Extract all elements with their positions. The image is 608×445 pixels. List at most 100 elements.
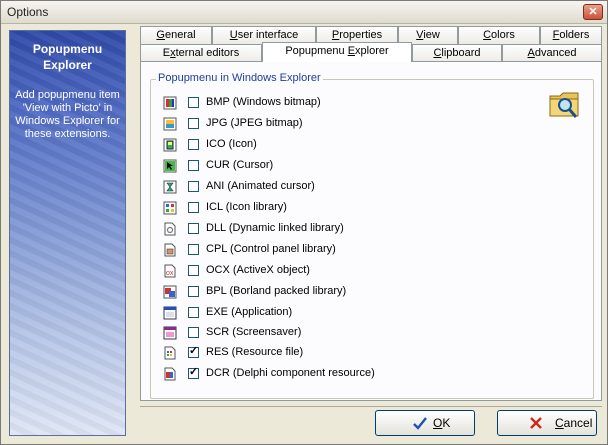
ani-file-icon [163,180,177,194]
ani-checkbox[interactable] [188,181,199,192]
sidebar-banner: Popupmenu Explorer Add popupmenu item 'V… [9,30,126,436]
scr-file-icon [163,326,177,340]
bpl-file-icon [163,285,177,299]
extension-row-jpg: JPG (JPEG bitmap) [163,116,463,134]
cpl-checkbox[interactable] [188,244,199,255]
tab-label: olors [491,29,515,41]
tab-label: eneral [164,29,196,41]
icl-file-icon [163,201,177,215]
ok-label: OK [433,416,450,430]
bpl-checkbox[interactable] [188,286,199,297]
tab-label: roperties [339,29,383,41]
extension-label: SCR (Screensaver) [206,326,302,338]
extension-row-icl: ICL (Icon library) [163,200,463,218]
jpg-file-icon [163,117,177,131]
checkmark-icon [413,417,427,430]
extension-row-dcr: ✓ DCR (Delphi component resource) [163,366,463,384]
tab-label: lipboard [441,47,481,59]
extension-label: CPL (Control panel library) [206,243,336,255]
extension-label: JPG (JPEG bitmap) [206,117,303,129]
check-icon: ✓ [189,345,199,357]
sidebar-title: Popupmenu Explorer [32,42,103,72]
folder-search-icon [549,92,579,118]
tab-label: Popupmenu [285,45,348,57]
extension-label: ANI (Animated cursor) [206,180,315,192]
close-icon: ✕ [588,6,598,18]
dcr-file-icon [164,367,176,381]
ok-button[interactable]: OK [375,410,475,436]
cancel-button[interactable]: Cancel [497,410,597,436]
tab-mnemonic: U [229,29,238,41]
sidebar-description: Add popupmenu item 'View with Picto' in … [15,89,120,140]
extension-row-scr: SCR (Screensaver) [163,325,463,343]
tab-general[interactable]: General [140,26,212,44]
tab-mnemonic: A [527,47,535,59]
extension-row-ico: ICO (Icon) [163,137,463,155]
res-checkbox[interactable]: ✓ [188,345,199,358]
tab-mnemonic: C [483,29,492,41]
bmp-file-icon [163,96,177,110]
extension-row-ani: ANI (Animated cursor) [163,179,463,197]
extension-label: BMP (Windows bitmap) [206,96,321,108]
tab-row-bottom: External editors Popupmenu Explorer Clip… [140,42,602,62]
extension-label: BPL (Borland packed library) [206,285,347,297]
exe-file-icon [163,306,177,320]
cur-file-icon [163,159,177,173]
extension-label: ICO (Icon) [206,138,257,150]
tab-label: ternal editors [175,47,240,59]
res-file-icon [164,346,176,360]
tab-advanced[interactable]: Advanced [502,44,602,62]
check-icon: ✓ [189,366,199,378]
extension-row-cur: CUR (Cursor) [163,158,463,176]
extension-label: EXE (Application) [206,306,293,318]
extension-row-bmp: BMP (Windows bitmap) [163,95,463,113]
groupbox-label: Popupmenu in Windows Explorer [156,72,323,84]
ok-text: K [442,416,451,430]
tab-mnemonic: G [156,29,165,41]
extension-label: RES (Resource file) [206,346,304,358]
scr-checkbox[interactable] [188,327,199,338]
close-button[interactable]: ✕ [583,4,603,20]
tab-label: ser interface [237,29,299,41]
extension-label: OCX (ActiveX object) [206,264,310,276]
title-bar[interactable]: Options ✕ [1,1,607,24]
exe-checkbox[interactable] [188,307,199,318]
dll-file-icon [164,222,176,236]
cancel-label: Cancel [555,416,592,430]
tab-label: iew [423,29,440,41]
tab-mnemonic: E [347,45,356,57]
tab-popupmenu-explorer[interactable]: Popupmenu Explorer [262,42,412,62]
tab-label: dvanced [534,47,577,59]
cpl-file-icon [164,243,176,257]
extension-row-dll: DLL (Dynamic linked library) [163,221,463,239]
bmp-checkbox[interactable] [188,97,199,108]
extension-row-ocx: ox OCX (ActiveX object) [163,263,463,281]
cur-checkbox[interactable] [188,160,199,171]
tab-clipboard[interactable]: Clipboard [412,44,502,62]
extension-label: DCR (Delphi component resource) [206,367,375,379]
jpg-checkbox[interactable] [188,118,199,129]
tab-external-editors[interactable]: External editors [140,44,262,62]
cancel-mnemonic: C [555,416,564,430]
tab-label: xplorer [355,45,389,57]
ocx-checkbox[interactable] [188,265,199,276]
extension-row-cpl: CPL (Control panel library) [163,242,463,260]
ok-mnemonic: O [433,416,443,430]
extension-label: ICL (Icon library) [206,201,287,213]
svg-text:ox: ox [166,270,174,277]
footer-divider [140,406,602,407]
extension-row-res: ✓ RES (Resource file) [163,345,463,363]
dcr-checkbox[interactable]: ✓ [188,366,199,379]
dll-checkbox[interactable] [188,223,199,234]
icl-checkbox[interactable] [188,202,199,213]
window-title: Options [7,5,49,19]
tab-colors[interactable]: Colors [458,26,540,44]
ico-checkbox[interactable] [188,139,199,150]
cancel-text: ancel [563,416,593,430]
extension-row-bpl: BPL (Borland packed library) [163,284,463,302]
ico-file-icon [163,138,177,152]
tab-folders[interactable]: Folders [540,26,602,44]
tab-label: olders [559,29,590,41]
extension-label: DLL (Dynamic linked library) [206,222,344,234]
extension-row-exe: EXE (Application) [163,305,463,323]
